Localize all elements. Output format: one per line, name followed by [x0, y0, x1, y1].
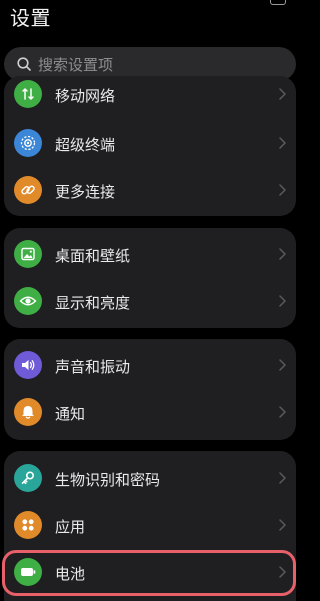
chevron-right-icon [279, 519, 286, 531]
chevron-right-icon [279, 248, 286, 260]
chevron-right-icon [279, 184, 286, 196]
chevron-right-icon [279, 137, 286, 149]
chevron-right-icon [279, 359, 286, 371]
page-title: 设置 [10, 6, 51, 30]
settings-item-label: 生物识别和密码 [55, 471, 161, 489]
battery-icon [14, 558, 42, 586]
settings-item-desktop-wallpaper[interactable]: 桌面和壁纸 [4, 232, 296, 279]
settings-item-display-brightness[interactable]: 显示和亮度 [4, 279, 296, 326]
mobile-network-icon [14, 80, 42, 108]
top-edge-icon [270, 0, 286, 5]
super-device-icon [14, 129, 42, 157]
settings-group-connectivity: 移动网络 超级终端 更多连接 [4, 76, 296, 216]
settings-item-label: 超级终端 [55, 136, 116, 154]
top-bar: 设置 [0, 0, 300, 36]
settings-item-more-connections[interactable]: 更多连接 [4, 168, 296, 215]
chevron-right-icon [279, 88, 286, 100]
apps-icon [14, 511, 42, 539]
settings-item-label: 显示和亮度 [55, 294, 131, 312]
settings-group-sound-notifications: 声音和振动 通知 [4, 339, 296, 440]
chevron-right-icon [279, 406, 286, 418]
wallpaper-icon [14, 240, 42, 268]
settings-item-label: 电池 [55, 565, 86, 583]
chevron-right-icon [279, 566, 286, 578]
search-placeholder: 搜索设置项 [38, 56, 114, 74]
settings-item-notifications[interactable]: 通知 [4, 390, 296, 437]
chevron-right-icon [279, 295, 286, 307]
settings-item-mobile-network[interactable]: 移动网络 [4, 76, 296, 121]
settings-item-label: 桌面和壁纸 [55, 247, 131, 265]
settings-item-biometrics-password[interactable]: 生物识别和密码 [4, 456, 296, 503]
settings-item-label: 移动网络 [55, 87, 116, 105]
key-icon [14, 464, 42, 492]
settings-item-super-device[interactable]: 超级终端 [4, 121, 296, 168]
bell-icon [14, 398, 42, 426]
link-icon [14, 176, 42, 204]
settings-item-label: 声音和振动 [55, 358, 131, 376]
speaker-icon [14, 351, 42, 379]
settings-item-apps[interactable]: 应用 [4, 503, 296, 550]
settings-item-sound-vibration[interactable]: 声音和振动 [4, 343, 296, 390]
settings-item-battery[interactable]: 电池 [4, 550, 296, 597]
settings-item-label: 更多连接 [55, 183, 116, 201]
settings-item-label: 应用 [55, 518, 86, 536]
settings-item-label: 通知 [55, 405, 86, 423]
search-icon [17, 57, 31, 71]
eye-icon [14, 287, 42, 315]
chevron-right-icon [279, 472, 286, 484]
settings-group-security-apps: 生物识别和密码 应用 电池 [4, 451, 296, 601]
settings-group-display: 桌面和壁纸 显示和亮度 [4, 228, 296, 328]
